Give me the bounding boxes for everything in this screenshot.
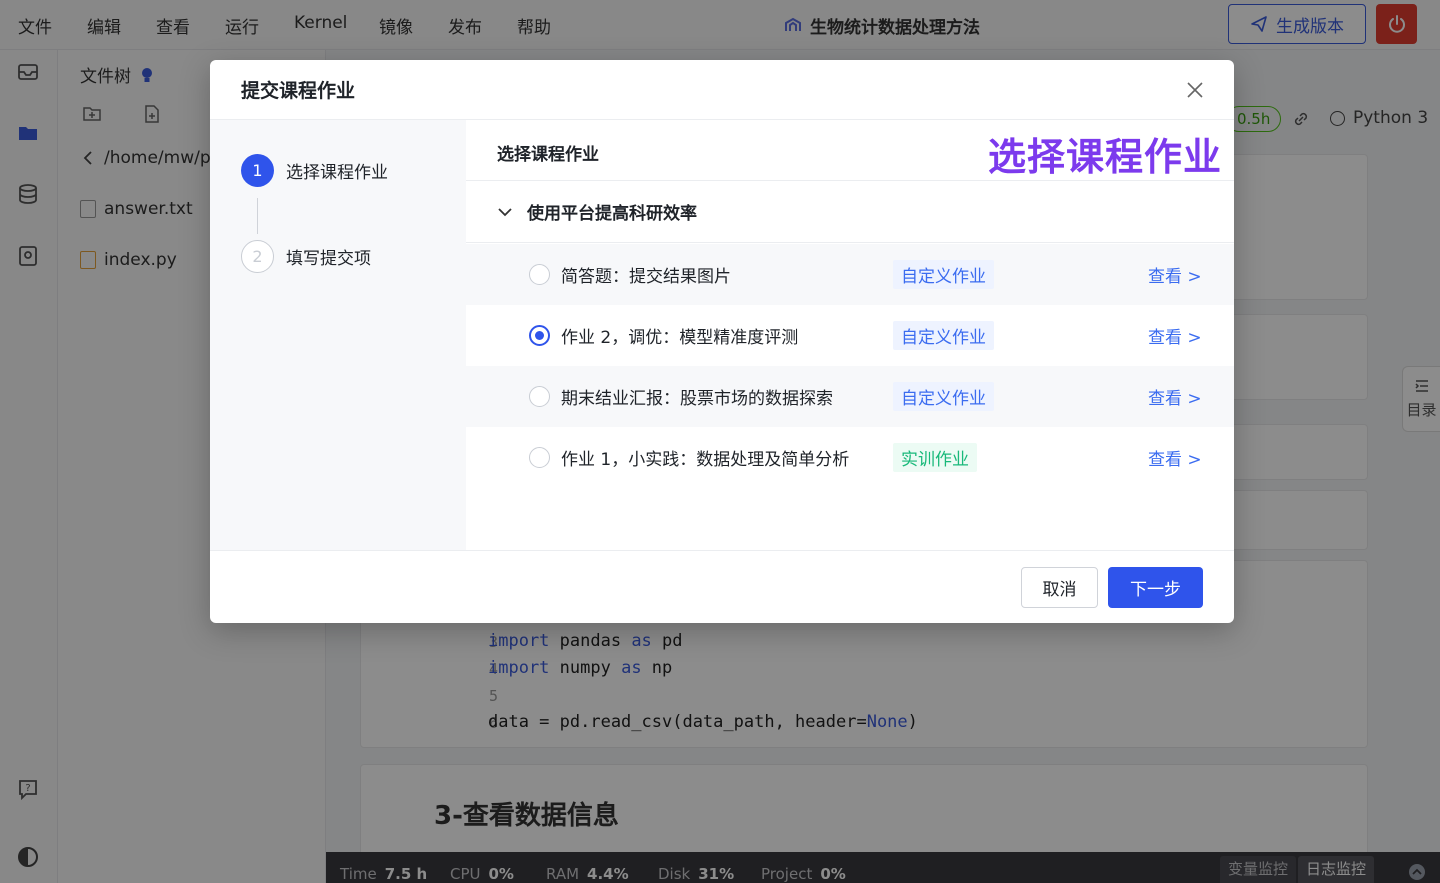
step-number: 1	[241, 154, 274, 187]
view-assignment-link[interactable]: 查看 >	[1148, 323, 1202, 348]
assignment-type-tag: 实训作业	[893, 443, 977, 472]
assignment-radio[interactable]	[529, 264, 550, 285]
assignment-radio-selected[interactable]	[529, 325, 550, 346]
step-label: 填写提交项	[286, 249, 371, 269]
assignment-row[interactable]: 作业 1，小实践：数据处理及简单分析 实训作业 查看 >	[466, 427, 1234, 488]
assignment-row[interactable]: 简答题：提交结果图片 自定义作业 查看 >	[466, 244, 1234, 305]
step-label: 选择课程作业	[286, 163, 388, 183]
assignment-row[interactable]: 作业 2，调优：模型精准度评测 自定义作业 查看 >	[466, 305, 1234, 366]
assignment-radio[interactable]	[529, 447, 550, 468]
view-assignment-link[interactable]: 查看 >	[1148, 384, 1202, 409]
view-assignment-link[interactable]: 查看 >	[1148, 445, 1202, 470]
step-connector	[257, 198, 258, 234]
content-title: 选择课程作业	[497, 145, 599, 165]
assignment-type-tag: 自定义作业	[893, 321, 994, 350]
assignment-name: 作业 2，调优：模型精准度评测	[561, 328, 799, 348]
course-group-header[interactable]: 使用平台提高科研效率	[466, 181, 1234, 243]
content-header: 选择课程作业 选择课程作业	[466, 120, 1234, 181]
content-big-title: 选择课程作业	[988, 135, 1223, 179]
assignment-content: 选择课程作业 选择课程作业 使用平台提高科研效率 简答题：提交结果图片 自定义作…	[466, 120, 1234, 550]
next-step-button[interactable]: 下一步	[1108, 567, 1203, 608]
view-assignment-link[interactable]: 查看 >	[1148, 262, 1202, 287]
step-fill-items: 2 填写提交项	[241, 240, 371, 273]
step-number: 2	[241, 240, 274, 273]
chevron-down-icon	[498, 207, 512, 216]
step-select-assignment: 1 选择课程作业	[241, 154, 388, 187]
assignment-name: 作业 1，小实践：数据处理及简单分析	[561, 450, 850, 470]
assignment-radio[interactable]	[529, 386, 550, 407]
assignment-type-tag: 自定义作业	[893, 382, 994, 411]
modal-header: 提交课程作业	[210, 60, 1234, 120]
submit-assignment-modal: 提交课程作业 1 选择课程作业 2 填写提交项 选择课程作业 选择课程作业 使用…	[210, 60, 1234, 623]
assignment-type-tag: 自定义作业	[893, 260, 994, 289]
steps-panel: 1 选择课程作业 2 填写提交项	[210, 120, 466, 550]
cancel-button[interactable]: 取消	[1021, 567, 1098, 608]
close-icon[interactable]	[1184, 79, 1206, 101]
assignment-name: 简答题：提交结果图片	[561, 267, 731, 287]
assignment-row[interactable]: 期末结业汇报：股票市场的数据探索 自定义作业 查看 >	[466, 366, 1234, 427]
modal-title: 提交课程作业	[241, 80, 356, 102]
modal-footer: 取消 下一步	[210, 550, 1234, 623]
course-group-label: 使用平台提高科研效率	[527, 204, 697, 224]
assignment-name: 期末结业汇报：股票市场的数据探索	[561, 389, 833, 409]
